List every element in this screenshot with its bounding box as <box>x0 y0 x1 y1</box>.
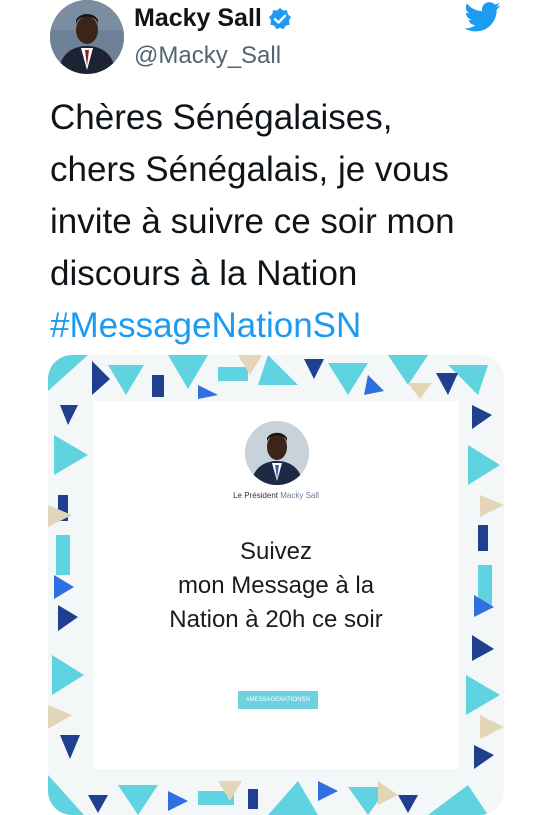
card-hashtag-badge: #MESSAGENATIONSN <box>238 691 318 709</box>
author-name[interactable]: Macky Sall <box>134 4 262 33</box>
tweet-text-line: Chères Sénégalaises, <box>50 98 393 137</box>
president-caption: Le Président Macky Sall <box>48 491 504 500</box>
twitter-bird-icon <box>464 2 501 32</box>
tweet-text-line: discours à la Nation <box>50 254 358 293</box>
card-message-line: Suivez <box>239 538 313 565</box>
card-message-line: Nation à 20h ce soir <box>169 606 383 633</box>
president-portrait <box>245 421 309 485</box>
tweet-text-line: chers Sénégalais, je vous <box>50 150 449 189</box>
author-avatar[interactable] <box>50 0 124 74</box>
author-handle[interactable]: @Macky_Sall <box>134 42 281 70</box>
president-label: Le Président <box>233 491 278 500</box>
tweet-text-line: invite à suivre ce soir mon <box>50 202 455 241</box>
president-name: Macky Sall <box>280 491 319 500</box>
verified-badge-icon <box>268 7 292 31</box>
author-name-row: Macky Sall <box>134 4 292 33</box>
hashtag-link[interactable]: #MessageNationSN <box>50 300 520 352</box>
media-card[interactable]: Le Président Macky Sall Suivez mon Messa… <box>48 355 504 815</box>
card-message-line: mon Message à la <box>177 572 375 599</box>
card-message: Suivez mon Message à la Nation à 20h ce … <box>48 535 504 637</box>
tweet: Macky Sall @Macky_Sall Chères Sénégalais… <box>0 0 552 815</box>
tweet-text: Chères Sénégalaises, chers Sénégalais, j… <box>50 92 520 352</box>
